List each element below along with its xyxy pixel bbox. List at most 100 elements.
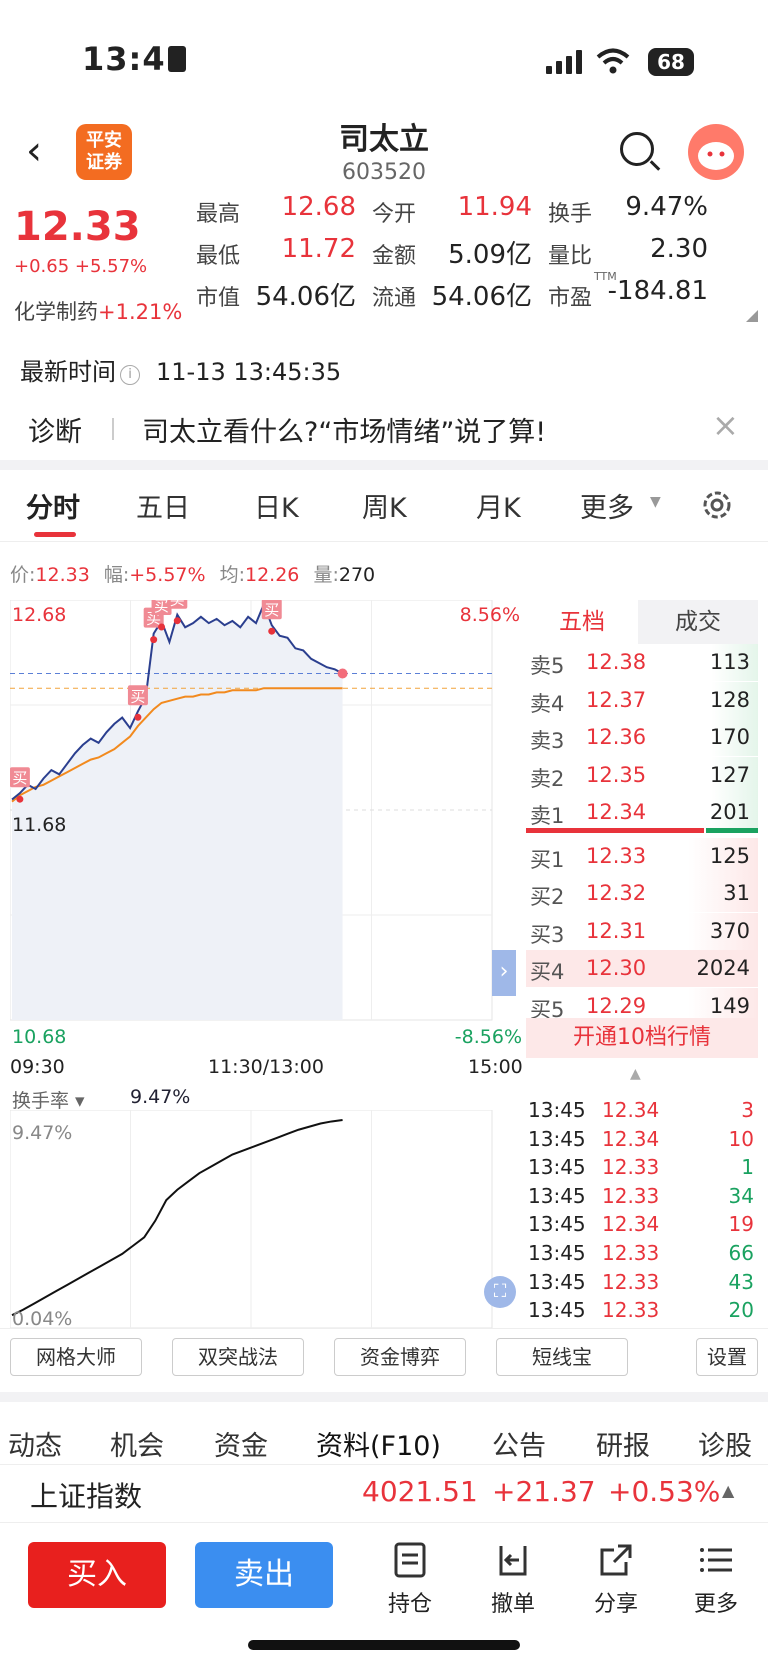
buy-button[interactable]: 买入 bbox=[28, 1542, 166, 1608]
tab-3[interactable]: 周K bbox=[362, 486, 407, 525]
tab-2[interactable]: 日K bbox=[254, 486, 299, 525]
ask-row[interactable]: 卖2 12.35 127 bbox=[526, 756, 758, 794]
fullscreen-icon[interactable]: ⛶ bbox=[484, 1276, 516, 1308]
share-button[interactable]: 分享 bbox=[576, 1540, 656, 1618]
share-label: 分享 bbox=[593, 1592, 638, 1617]
quote-value: 9.47% bbox=[625, 192, 708, 222]
tab-five-levels[interactable]: 五档 bbox=[526, 600, 638, 644]
trade-row: 13:45 12.34 19 bbox=[528, 1212, 754, 1241]
bid-row[interactable]: 买2 12.32 31 bbox=[526, 875, 758, 912]
more-button[interactable]: 更多 bbox=[676, 1540, 756, 1618]
close-icon[interactable]: × bbox=[712, 406, 739, 444]
industry-pct: +1.21% bbox=[98, 300, 183, 324]
expand-chevron-icon[interactable]: › bbox=[492, 950, 516, 996]
tab-4[interactable]: 月K bbox=[476, 486, 521, 525]
turnover-chart[interactable] bbox=[10, 1110, 524, 1328]
last-price-dot bbox=[337, 668, 348, 679]
signal-icon bbox=[546, 50, 582, 74]
tool-button[interactable]: 短线宝 bbox=[496, 1338, 628, 1376]
cancel-order-button[interactable]: 撤单 bbox=[473, 1540, 553, 1618]
id-card-icon bbox=[168, 46, 186, 72]
sell-button[interactable]: 卖出 bbox=[195, 1542, 333, 1608]
level-volume: 201 bbox=[709, 800, 750, 824]
bid-row[interactable]: 买3 12.31 370 bbox=[526, 912, 758, 950]
level-price: 12.38 bbox=[586, 650, 647, 674]
positions-label: 持仓 bbox=[387, 1592, 432, 1617]
level-price: 12.31 bbox=[586, 918, 647, 943]
buy-marker-label: 买 bbox=[130, 687, 145, 705]
tool-button[interactable]: 设置 bbox=[696, 1338, 758, 1376]
quote-value: 2.30 bbox=[650, 234, 708, 264]
bid-row[interactable]: 买4 12.30 2024 bbox=[526, 950, 758, 987]
section-tab[interactable]: 诊股 bbox=[698, 1424, 752, 1463]
trade-time: 13:45 bbox=[528, 1212, 586, 1237]
section-divider bbox=[0, 460, 768, 470]
turnover-min: 0.04% bbox=[12, 1308, 73, 1330]
ask-row[interactable]: 卖4 12.37 128 bbox=[526, 681, 758, 719]
tab-trades[interactable]: 成交 bbox=[638, 600, 758, 644]
corner-triangle-icon bbox=[746, 310, 758, 322]
buy-marker-label: 买 bbox=[12, 769, 27, 787]
level-volume: 2024 bbox=[696, 956, 750, 980]
trade-row: 13:45 12.33 1 bbox=[528, 1155, 754, 1184]
level-label: 卖3 bbox=[530, 729, 565, 753]
level-price: 12.29 bbox=[586, 993, 647, 1018]
bid-row[interactable]: 买1 12.33 125 bbox=[526, 837, 758, 875]
tool-button[interactable]: 资金博弈 bbox=[334, 1338, 466, 1376]
section-tab[interactable]: 资金 bbox=[214, 1424, 268, 1463]
ask-row[interactable]: 卖1 12.34 201 bbox=[526, 794, 758, 831]
trade-volume: 66 bbox=[728, 1241, 754, 1265]
diagnosis-banner[interactable]: 诊断 司太立看什么?“市场情绪”说了算! × bbox=[0, 396, 768, 460]
chart-settings-icon[interactable] bbox=[700, 488, 734, 522]
info-amp-label: 幅: bbox=[103, 564, 130, 586]
undo-icon bbox=[499, 1546, 527, 1576]
section-tab[interactable]: 研报 bbox=[596, 1424, 650, 1463]
section-tab[interactable]: 公告 bbox=[492, 1424, 546, 1463]
section-tab[interactable]: 资料(F10) bbox=[316, 1424, 441, 1463]
section-tab[interactable]: 动态 bbox=[8, 1424, 62, 1463]
index-ticker[interactable]: 上证指数 4021.51 +21.37 +0.53% ▲ bbox=[0, 1464, 768, 1522]
tab-0[interactable]: 分时 bbox=[26, 486, 80, 525]
level-label: 卖5 bbox=[530, 654, 565, 678]
industry-change[interactable]: 化学制药+1.21% bbox=[14, 296, 182, 326]
tab-1[interactable]: 五日 bbox=[136, 486, 190, 525]
quote-value: 12.68 bbox=[281, 192, 356, 222]
tab-5[interactable]: 更多 bbox=[580, 486, 634, 525]
info-icon[interactable]: i bbox=[120, 365, 140, 385]
tool-button[interactable]: 双突战法 bbox=[172, 1338, 304, 1376]
trade-volume: 20 bbox=[728, 1298, 754, 1323]
collapse-up-icon[interactable]: ▲ bbox=[630, 1066, 641, 1082]
quote-label: 金额 bbox=[372, 244, 417, 269]
cancel-order-label: 撤单 bbox=[490, 1592, 535, 1617]
ask-row[interactable]: 卖3 12.36 170 bbox=[526, 719, 758, 756]
intraday-price-chart[interactable]: 买买买买买买 bbox=[10, 600, 524, 1050]
level-label: 卖2 bbox=[530, 766, 565, 791]
level-label: 买3 bbox=[530, 922, 565, 947]
upgrade-10-levels-button[interactable]: 开通10档行情 bbox=[526, 1018, 758, 1058]
section-tab[interactable]: 机会 bbox=[110, 1424, 164, 1463]
trade-price: 12.34 bbox=[602, 1098, 660, 1122]
ttm-superscript: TTM bbox=[594, 270, 617, 283]
trade-volume: 3 bbox=[741, 1098, 754, 1122]
quote-value: 54.06亿 bbox=[255, 282, 356, 312]
active-tab-indicator bbox=[34, 532, 76, 537]
trade-volume: 1 bbox=[741, 1155, 754, 1180]
search-icon[interactable] bbox=[620, 132, 654, 166]
positions-button[interactable]: 持仓 bbox=[370, 1540, 450, 1618]
x-axis-end: 15:00 bbox=[468, 1056, 523, 1078]
trade-volume: 10 bbox=[728, 1126, 754, 1151]
level-volume: 125 bbox=[709, 843, 750, 868]
level-volume: 370 bbox=[709, 918, 750, 943]
ask-row[interactable]: 卖5 12.38 113 bbox=[526, 644, 758, 681]
level-price: 12.37 bbox=[586, 687, 647, 712]
level-price: 12.33 bbox=[586, 843, 647, 868]
tool-button[interactable]: 网格大师 bbox=[10, 1338, 142, 1376]
expand-up-icon[interactable]: ▲ bbox=[722, 1481, 734, 1500]
tools-top-line bbox=[0, 1328, 768, 1329]
level-label: 卖4 bbox=[530, 691, 565, 716]
assistant-avatar-icon[interactable] bbox=[688, 124, 744, 180]
level-volume: 31 bbox=[723, 881, 750, 905]
quote-label: 市值 bbox=[196, 286, 241, 311]
pct-axis-bottom: -8.56% bbox=[454, 1026, 522, 1048]
turnover-selector[interactable]: 换手率 ▾ bbox=[12, 1086, 85, 1113]
